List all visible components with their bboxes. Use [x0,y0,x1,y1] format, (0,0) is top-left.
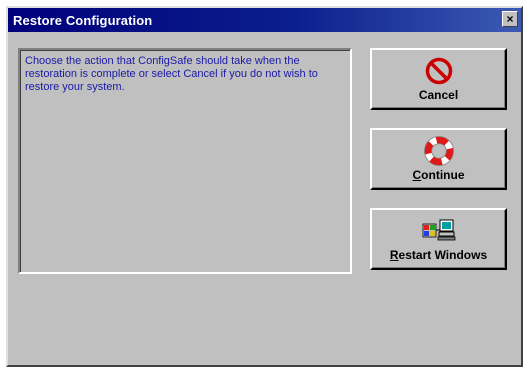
message-panel-inner: Choose the action that ConfigSafe should… [20,50,350,272]
continue-accelerator: C [412,168,422,182]
restore-configuration-dialog: Restore Configuration × Choose the actio… [6,6,523,367]
no-entry-icon [422,56,456,86]
restart-accelerator: R [389,248,399,262]
instruction-text: Choose the action that ConfigSafe should… [25,55,318,93]
continue-button[interactable]: Continue [370,128,507,190]
title-bar[interactable]: Restore Configuration × [8,8,521,32]
life-ring-icon [422,136,456,166]
message-panel: Choose the action that ConfigSafe should… [18,48,352,274]
window-title: Restore Configuration [13,12,153,28]
restart-windows-button[interactable]: Restart Windows [370,208,507,270]
continue-label-rest: ontinue [421,168,465,182]
continue-button-label: Continue [413,168,465,182]
cancel-button[interactable]: Cancel [370,48,507,110]
close-icon: × [506,12,514,26]
restart-label-rest: estart Windows [398,248,488,262]
cancel-button-label: Cancel [418,88,459,102]
close-button[interactable]: × [502,11,518,27]
restart-windows-button-label: Restart Windows [390,248,487,262]
windows-computer-icon [422,216,456,246]
